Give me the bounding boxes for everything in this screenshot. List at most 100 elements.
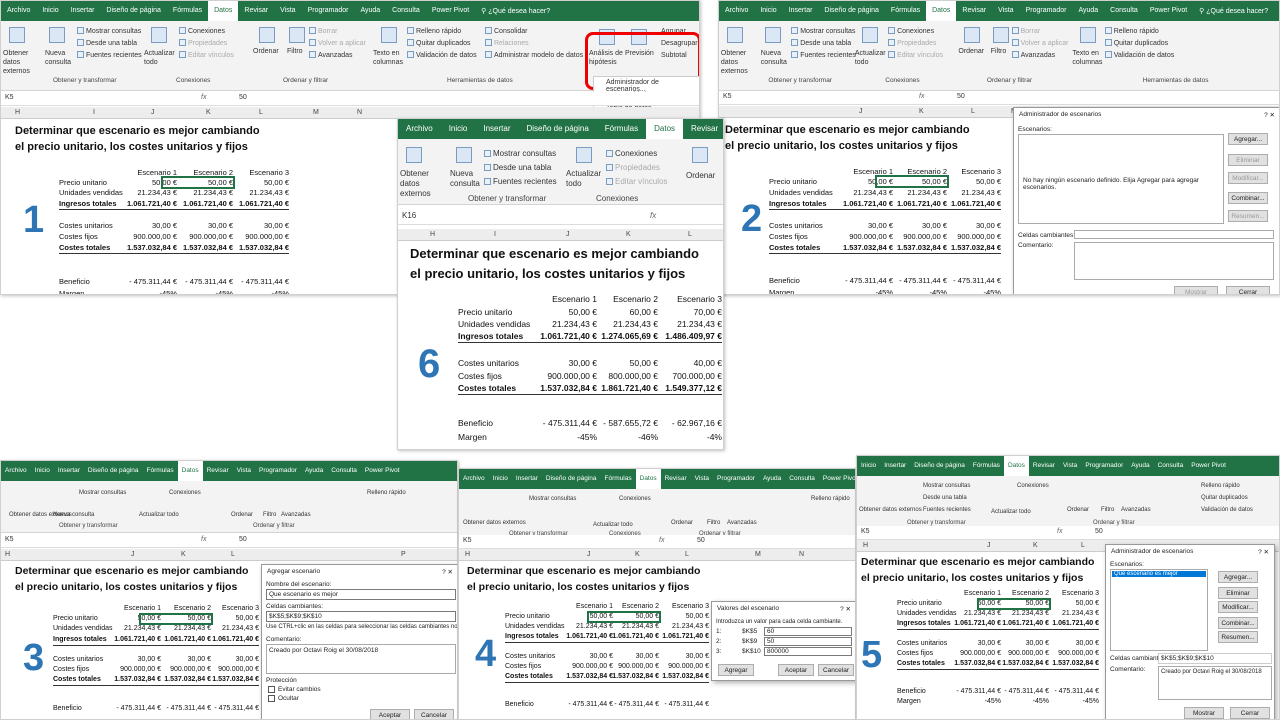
editar-button[interactable]: Editar vínculos: [179, 51, 234, 60]
tab-powerpivot[interactable]: Power Pivot: [1187, 456, 1230, 476]
actualizar-button[interactable]: Actualizar todo: [991, 508, 1031, 517]
cancel-button[interactable]: Cancelar: [414, 709, 454, 719]
cell-costes_f[interactable]: 700.000,00 €: [632, 371, 722, 381]
editar-button[interactable]: Editar vínculos: [606, 177, 667, 186]
cell-ingresos[interactable]: 1.061.721,40 €: [639, 633, 709, 640]
cell-costes_u[interactable]: 30,00 €: [219, 221, 289, 230]
relleno-button[interactable]: Relleno rápido: [811, 495, 850, 504]
cell-costes_u[interactable]: 30,00 €: [639, 653, 709, 660]
value-input[interactable]: 60: [764, 627, 852, 636]
cell-costes_t[interactable]: 1.537.032,84 €: [189, 676, 259, 683]
quitar-button[interactable]: Quitar duplicados: [1201, 494, 1248, 503]
name-box[interactable]: K16: [402, 211, 416, 220]
ordenar-button[interactable]: Ordenar: [1067, 506, 1089, 515]
tab-diseodepgina[interactable]: Diseño de página: [84, 461, 143, 481]
tab-programador[interactable]: Programador: [255, 461, 301, 481]
cell-margen[interactable]: -4%: [632, 432, 722, 442]
obtener-button[interactable]: Obtener datos externos: [859, 506, 922, 515]
tab-insertar[interactable]: Insertar: [475, 119, 518, 139]
column-header[interactable]: L: [688, 231, 692, 238]
cell-unidades[interactable]: 21.234,43 €: [219, 188, 289, 197]
agregar-button[interactable]: Agregar...: [1218, 571, 1258, 583]
column-header[interactable]: K: [626, 231, 631, 238]
desde-button[interactable]: Desde una tabla: [923, 494, 967, 503]
cell-unidades[interactable]: 21.234,43 €: [189, 625, 259, 632]
tab-frmulas[interactable]: Fórmulas: [969, 456, 1004, 476]
cell-beneficio[interactable]: - 62.967,16 €: [632, 418, 722, 428]
cell-costes_t[interactable]: 1.537.032,84 €: [931, 243, 1001, 252]
conexiones-button[interactable]: Conexiones: [179, 27, 225, 36]
filtro-button[interactable]: Filtro: [1101, 506, 1114, 515]
tab-inicio[interactable]: Inicio: [754, 1, 782, 21]
tab-archivo[interactable]: Archivo: [719, 1, 754, 21]
cell-margen[interactable]: -45%: [1029, 698, 1099, 705]
cell-costes_t[interactable]: 1.537.032,84 €: [1029, 660, 1099, 667]
modificar-button[interactable]: Modificar...: [1228, 172, 1268, 184]
tab-vista[interactable]: Vista: [691, 469, 713, 489]
filtro-button[interactable]: Filtro: [991, 47, 1007, 56]
cell-costes_f[interactable]: 900.000,00 €: [931, 232, 1001, 241]
tab-datos[interactable]: Datos: [635, 469, 661, 489]
validacion-button[interactable]: Validación de datos: [1104, 51, 1174, 60]
tell-me-search[interactable]: ⚲ ¿Qué desea hacer?: [1199, 7, 1268, 15]
ordenar-button[interactable]: Ordenar: [958, 47, 984, 56]
filtro-button[interactable]: Filtro: [707, 519, 720, 528]
close-button[interactable]: Cerrar: [1230, 707, 1270, 719]
formula-value[interactable]: 50: [239, 94, 247, 101]
column-header[interactable]: H: [863, 542, 868, 549]
obtener-button[interactable]: Obtener datos externos: [721, 49, 755, 76]
fx-icon[interactable]: fx: [659, 537, 664, 544]
combinar-button[interactable]: Combinar...: [1218, 617, 1258, 629]
mostrar-button[interactable]: Mostrar consultas: [79, 489, 126, 498]
cell-beneficio[interactable]: - 475.311,44 €: [219, 277, 289, 286]
avanzadas-button[interactable]: Avanzadas: [727, 519, 757, 528]
column-header[interactable]: P: [401, 551, 406, 558]
tab-insertar[interactable]: Insertar: [65, 1, 101, 21]
show-button[interactable]: Mostrar: [1184, 707, 1224, 719]
tab-archivo[interactable]: Archivo: [1, 1, 36, 21]
column-header[interactable]: K: [181, 551, 186, 558]
scenarios-list[interactable]: Que escenario es mejor: [1110, 569, 1208, 651]
cell-costes_f[interactable]: 900.000,00 €: [189, 666, 259, 673]
tab-vista[interactable]: Vista: [1059, 456, 1081, 476]
column-header[interactable]: N: [799, 551, 804, 558]
hide-checkbox[interactable]: Ocultar: [268, 695, 299, 702]
texto-button[interactable]: Texto en columnas: [373, 49, 405, 67]
nueva-button[interactable]: Nueva consulta: [45, 49, 73, 67]
nueva-button[interactable]: Nueva consulta: [761, 49, 789, 67]
actualizar-button[interactable]: Actualizar todo: [139, 511, 179, 520]
scenario-name-input[interactable]: Que escenario es mejor: [266, 589, 456, 600]
ordenar-button[interactable]: Ordenar: [231, 511, 253, 520]
tab-frmulas[interactable]: Fórmulas: [601, 469, 636, 489]
cell-unidades[interactable]: 21.234,43 €: [632, 319, 722, 329]
column-header[interactable]: K: [1033, 542, 1038, 549]
resumen-button[interactable]: Resumen...: [1228, 210, 1268, 222]
cell-costes_f[interactable]: 900.000,00 €: [219, 232, 289, 241]
cell-costes_t[interactable]: 1.549.377,12 €: [632, 383, 722, 393]
tab-insertar[interactable]: Insertar: [783, 1, 819, 21]
close-icon[interactable]: ? ✕: [442, 568, 453, 576]
relaciones-button[interactable]: Relaciones: [485, 39, 529, 48]
tab-ayuda[interactable]: Ayuda: [301, 461, 327, 481]
scenario-item-selected[interactable]: Que escenario es mejor: [1112, 571, 1206, 577]
tab-datos[interactable]: Datos: [1003, 456, 1029, 476]
tab-diseodepgina[interactable]: Diseño de página: [910, 456, 969, 476]
actualizar-button[interactable]: Actualizar todo: [144, 49, 175, 67]
cell-margen[interactable]: -45%: [219, 289, 289, 294]
cell-beneficio[interactable]: - 475.311,44 €: [931, 276, 1001, 285]
consolidar-button[interactable]: Consolidar: [485, 27, 527, 36]
mostrar-button[interactable]: Mostrar consultas: [529, 495, 576, 504]
tab-frmulas[interactable]: Fórmulas: [143, 461, 178, 481]
desde-button[interactable]: Desde una tabla: [484, 163, 551, 172]
nueva-button[interactable]: Nueva consulta: [450, 169, 480, 189]
eliminar-button[interactable]: Eliminar: [1218, 587, 1258, 599]
cell-costes_f[interactable]: 900.000,00 €: [639, 663, 709, 670]
cell-margen[interactable]: -45%: [931, 288, 1001, 294]
column-header[interactable]: I: [93, 109, 95, 116]
worksheet-area[interactable]: Determinar que escenario es mejor cambia…: [398, 242, 723, 449]
selected-cell-k5[interactable]: [139, 613, 213, 625]
tab-consulta[interactable]: Consulta: [386, 1, 426, 21]
tab-ayuda[interactable]: Ayuda: [354, 1, 386, 21]
ordenar-button[interactable]: Ordenar: [686, 171, 715, 180]
formula-value[interactable]: 50: [1095, 528, 1103, 535]
